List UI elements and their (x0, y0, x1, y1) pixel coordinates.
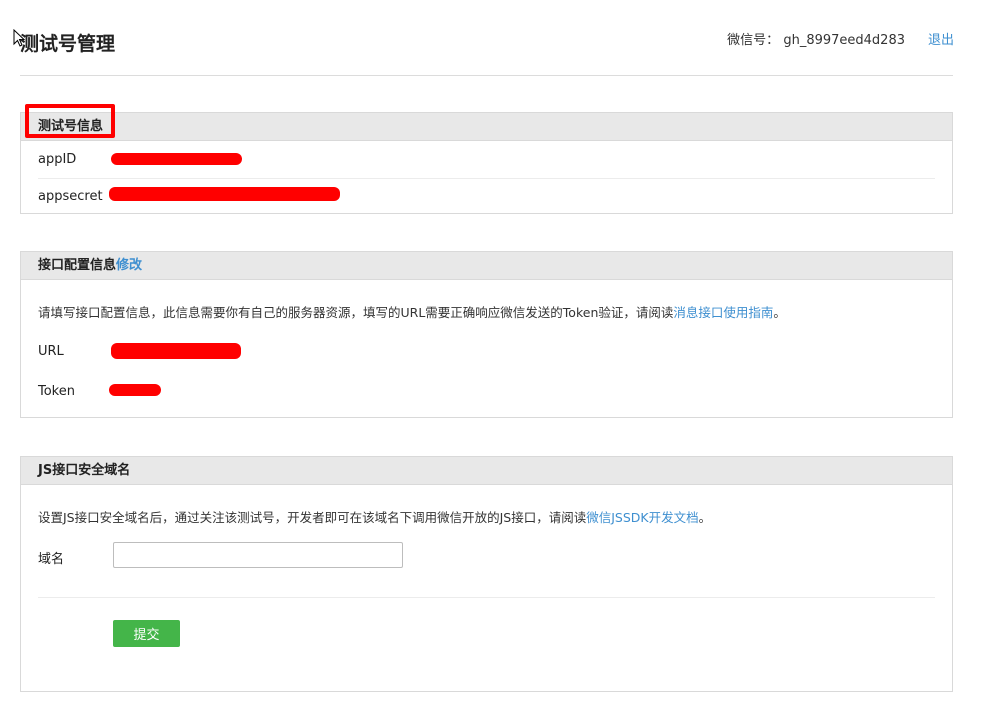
test-account-panel: 测试号信息 appID appsecret (20, 112, 953, 214)
test-account-panel-title: 测试号信息 (21, 113, 952, 141)
description-suffix: 。 (773, 305, 786, 320)
url-label: URL (38, 344, 64, 359)
account-value: gh_8997eed4d283 (783, 33, 905, 48)
logout-link[interactable]: 退出 (928, 29, 954, 48)
page-title: 测试号管理 (20, 33, 116, 55)
appsecret-redaction (109, 187, 340, 201)
account-id: 微信号： gh_8997eed4d283 (727, 29, 905, 48)
token-label: Token (38, 384, 75, 399)
js-domain-panel: JS接口安全域名 设置JS接口安全域名后，通过关注该测试号，开发者即可在该域名下… (20, 456, 953, 692)
jssdk-doc-link[interactable]: 微信JSSDK开发文档 (586, 510, 698, 525)
interface-config-title: 接口配置信息 (38, 258, 117, 273)
submit-button[interactable]: 提交 (113, 620, 180, 647)
header-divider (20, 75, 953, 76)
description-text: 请填写接口配置信息，此信息需要你有自己的服务器资源，填写的URL需要正确响应微信… (38, 305, 674, 320)
url-redaction (111, 343, 241, 359)
domain-input[interactable] (113, 542, 403, 568)
account-label: 微信号： (727, 33, 780, 48)
domain-label: 域名 (38, 552, 65, 567)
token-redaction (109, 384, 161, 396)
message-guide-link[interactable]: 消息接口使用指南 (673, 305, 773, 320)
appsecret-label: appsecret (38, 189, 103, 204)
description-suffix: 。 (698, 510, 712, 525)
interface-config-panel: 接口配置信息修改 请填写接口配置信息，此信息需要你有自己的服务器资源，填写的UR… (20, 251, 953, 418)
form-divider (38, 597, 935, 598)
highlight-box (25, 104, 115, 138)
appid-label: appID (38, 152, 77, 167)
row-divider (38, 178, 935, 179)
interface-config-description: 请填写接口配置信息，此信息需要你有自己的服务器资源，填写的URL需要正确响应微信… (38, 302, 786, 321)
appid-redaction (111, 153, 242, 165)
description-text: 设置JS接口安全域名后，通过关注该测试号，开发者即可在该域名下调用微信开放的JS… (38, 510, 587, 525)
js-domain-panel-title: JS接口安全域名 (21, 457, 952, 485)
edit-link[interactable]: 修改 (116, 258, 142, 273)
js-domain-description: 设置JS接口安全域名后，通过关注该测试号，开发者即可在该域名下调用微信开放的JS… (38, 507, 711, 526)
interface-config-panel-title: 接口配置信息修改 (21, 252, 952, 280)
